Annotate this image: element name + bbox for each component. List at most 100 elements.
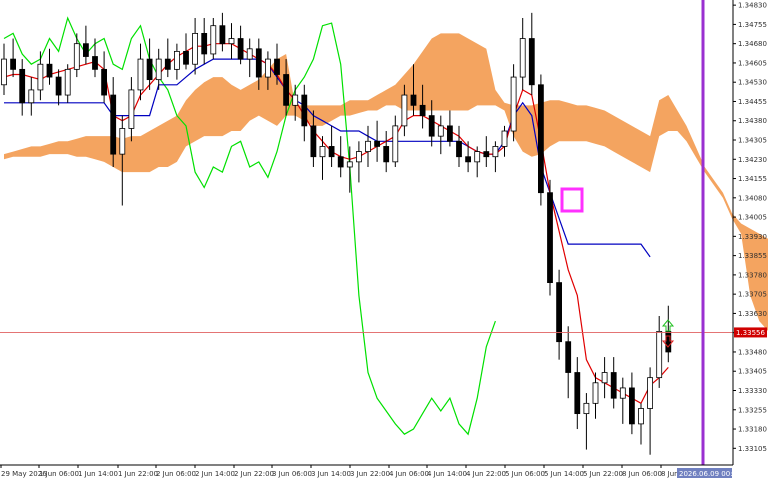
- candle-body: [392, 125, 399, 163]
- candle-body: [173, 50, 180, 70]
- y-tick-label: 1.34230: [738, 156, 767, 164]
- candle-body: [164, 58, 171, 70]
- y-tick-label: 1.34155: [738, 175, 767, 183]
- candle-body: [401, 94, 408, 127]
- x-tick-label: 5 Jun 06:00: [505, 470, 545, 478]
- candle-body: [665, 331, 672, 353]
- candle-body: [210, 25, 217, 55]
- candle-body: [73, 43, 80, 70]
- x-tick-label: 3 Jun 14:00: [311, 470, 351, 478]
- candle-body: [219, 25, 226, 45]
- y-tick-label: 1.33855: [738, 252, 767, 260]
- ichimoku-chart[interactable]: 1.34830 1.34755 1.34680 1.34605 1.34530 1.344…: [0, 0, 768, 480]
- y-tick-label: 1.33255: [738, 406, 767, 414]
- candle-body: [374, 140, 381, 147]
- candle-body: [519, 38, 526, 78]
- y-tick-label: 1.34830: [738, 2, 767, 10]
- y-tick-label: 1.33480: [738, 348, 767, 356]
- candle-body: [538, 84, 544, 194]
- candle-body: [310, 125, 317, 158]
- y-tick-label: 1.33330: [738, 387, 767, 395]
- x-tick-label: 4 Jun 14:00: [427, 470, 467, 478]
- candle-body: [483, 151, 490, 158]
- candle-body: [355, 151, 362, 163]
- candle-body: [246, 48, 253, 60]
- candle-body: [255, 48, 262, 78]
- candle-body: [592, 382, 599, 404]
- candle-body: [119, 128, 126, 155]
- candle-body: [547, 192, 553, 283]
- candle-body: [146, 58, 153, 81]
- candle-body: [283, 74, 290, 106]
- time-tag-label: 2026.06.09 00:00: [679, 470, 741, 478]
- candle-body: [492, 146, 499, 158]
- candle-body: [328, 146, 335, 158]
- candle-body: [638, 408, 644, 425]
- y-tick-label: 1.34680: [738, 40, 767, 48]
- x-tick-label: 1 Jun 22:00: [118, 470, 158, 478]
- candle-body: [92, 56, 98, 70]
- y-tick-label: 1.33930: [738, 233, 767, 241]
- candle-body: [237, 38, 244, 60]
- candle-body: [155, 58, 162, 81]
- candle-body: [46, 63, 53, 78]
- candle-body: [383, 146, 390, 163]
- candle-body: [656, 331, 663, 379]
- candle-body: [228, 38, 235, 45]
- candle-body: [501, 130, 508, 147]
- y-tick-label: 1.33630: [738, 310, 767, 318]
- candle-body: [292, 94, 299, 106]
- y-tick-label: 1.34005: [738, 214, 767, 222]
- x-tick-label: 5 Jun 14:00: [544, 470, 584, 478]
- candle-body: [201, 32, 208, 55]
- candle-body: [337, 156, 344, 168]
- candle-body: [437, 125, 444, 137]
- candle-body: [419, 104, 426, 117]
- candle-body: [319, 146, 326, 158]
- x-tick-label: 8 Jun 06:00: [622, 470, 662, 478]
- y-tick-label: 1.34530: [738, 79, 767, 87]
- candle-body: [301, 94, 308, 127]
- y-tick-label: 1.33105: [738, 445, 767, 453]
- y-tick-label: 1.33780: [738, 271, 767, 279]
- candle-body: [410, 94, 417, 106]
- candle-body: [465, 156, 472, 163]
- x-tick-label: 4 Jun 22:00: [466, 470, 506, 478]
- candle-body: [1, 58, 7, 86]
- candle-body: [365, 140, 371, 152]
- y-tick-label: 1.34380: [738, 117, 767, 125]
- candle-body: [510, 76, 517, 132]
- x-tick-label: 1 Jun 14:00: [78, 470, 118, 478]
- candle-body: [583, 402, 590, 415]
- candle-body: [110, 94, 117, 155]
- x-tick-label: 2 Jun 06:00: [156, 470, 196, 478]
- candle-body: [574, 372, 581, 415]
- candle-body: [64, 68, 71, 96]
- candle-body: [101, 68, 107, 96]
- candle-body: [528, 38, 535, 86]
- x-tick-label: 1 Jun 06:00: [39, 470, 79, 478]
- chart-root: 1.34830 1.34755 1.34680 1.34605 1.34530 1.344…: [0, 0, 768, 480]
- candle-body: [601, 372, 608, 384]
- x-tick-label: 2 Jun 14:00: [195, 470, 235, 478]
- y-tick-label: 1.34755: [738, 21, 767, 29]
- candle-body: [456, 140, 462, 158]
- y-tick-label: 1.33705: [738, 291, 767, 299]
- y-tick-label: 1.33180: [738, 426, 767, 434]
- candle-body: [446, 125, 453, 142]
- candle-body: [19, 68, 26, 104]
- candle-body: [619, 387, 626, 399]
- y-tick-label: 1.34305: [738, 137, 767, 145]
- candle-body: [565, 341, 572, 373]
- y-tick-label: 1.34455: [738, 98, 767, 106]
- candle-body: [83, 43, 89, 57]
- x-tick-label: 3 Jun 06:00: [272, 470, 312, 478]
- candle-body: [474, 151, 481, 163]
- candle-body: [55, 76, 62, 96]
- candle-body: [28, 89, 35, 104]
- candle-body: [37, 63, 44, 91]
- price-tag-label: 1.33556: [736, 329, 765, 337]
- x-tick-label: 2 Jun 22:00: [234, 470, 274, 478]
- candle-body: [346, 161, 353, 168]
- x-tick-label: 4 Jun 06:00: [389, 470, 429, 478]
